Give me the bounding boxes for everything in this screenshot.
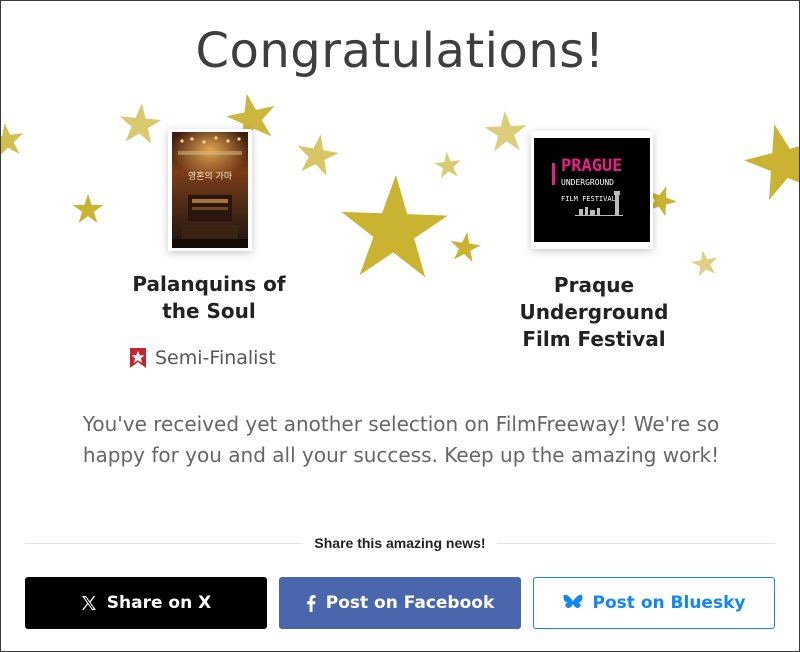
- film-poster[interactable]: 영혼의 가마: [168, 129, 252, 251]
- star-icon: [737, 114, 799, 204]
- congrats-message: You've received yet another selection on…: [82, 412, 720, 467]
- star-icon: [293, 130, 342, 178]
- butterfly-icon: [563, 594, 583, 609]
- star-icon: [1, 120, 26, 158]
- status-label: Semi-Finalist: [155, 347, 276, 369]
- share-heading: Share this amazing news!: [302, 533, 498, 553]
- svg-text:PRAGUE: PRAGUE: [561, 156, 622, 176]
- post-on-facebook-label: Post on Facebook: [325, 593, 495, 613]
- post-on-bluesky-button[interactable]: Post on Bluesky: [533, 577, 775, 629]
- star-icon: [483, 109, 528, 152]
- post-on-bluesky-label: Post on Bluesky: [592, 593, 746, 613]
- facebook-icon: [306, 594, 316, 612]
- status-badge: Semi-Finalist: [129, 345, 276, 371]
- share-on-x-label: Share on X: [106, 593, 212, 613]
- festival-title: Praque Underground Film Festival: [519, 273, 669, 351]
- page-title: Congratulations!: [195, 23, 605, 79]
- star-icon: [72, 194, 104, 223]
- festival-logo-image: PRAGUE UNDERGROUND FILM FESTIVAL: [534, 138, 650, 242]
- svg-text:FILM FESTIVAL: FILM FESTIVAL: [561, 195, 616, 203]
- ribbon-star-icon: [130, 348, 146, 368]
- star-icon: [433, 150, 463, 179]
- poster-image: 영혼의 가마: [172, 132, 248, 248]
- svg-text:영혼의 가마: 영혼의 가마: [188, 170, 233, 182]
- post-on-facebook-button[interactable]: Post on Facebook: [279, 577, 521, 629]
- film-title: Palanquins of the Soul: [132, 272, 286, 323]
- congratulations-modal: Congratulations! 영혼의 가마 PRAGUE UNDERGROU…: [0, 0, 800, 652]
- share-divider: Share this amazing news!: [25, 533, 775, 553]
- star-icon: [339, 173, 450, 279]
- star-icon: [117, 101, 163, 145]
- x-logo-icon: [81, 596, 96, 610]
- festival-logo[interactable]: PRAGUE UNDERGROUND FILM FESTIVAL: [531, 131, 653, 249]
- star-icon: [448, 230, 483, 263]
- share-on-x-button[interactable]: Share on X: [25, 577, 267, 629]
- svg-text:UNDERGROUND: UNDERGROUND: [561, 178, 614, 187]
